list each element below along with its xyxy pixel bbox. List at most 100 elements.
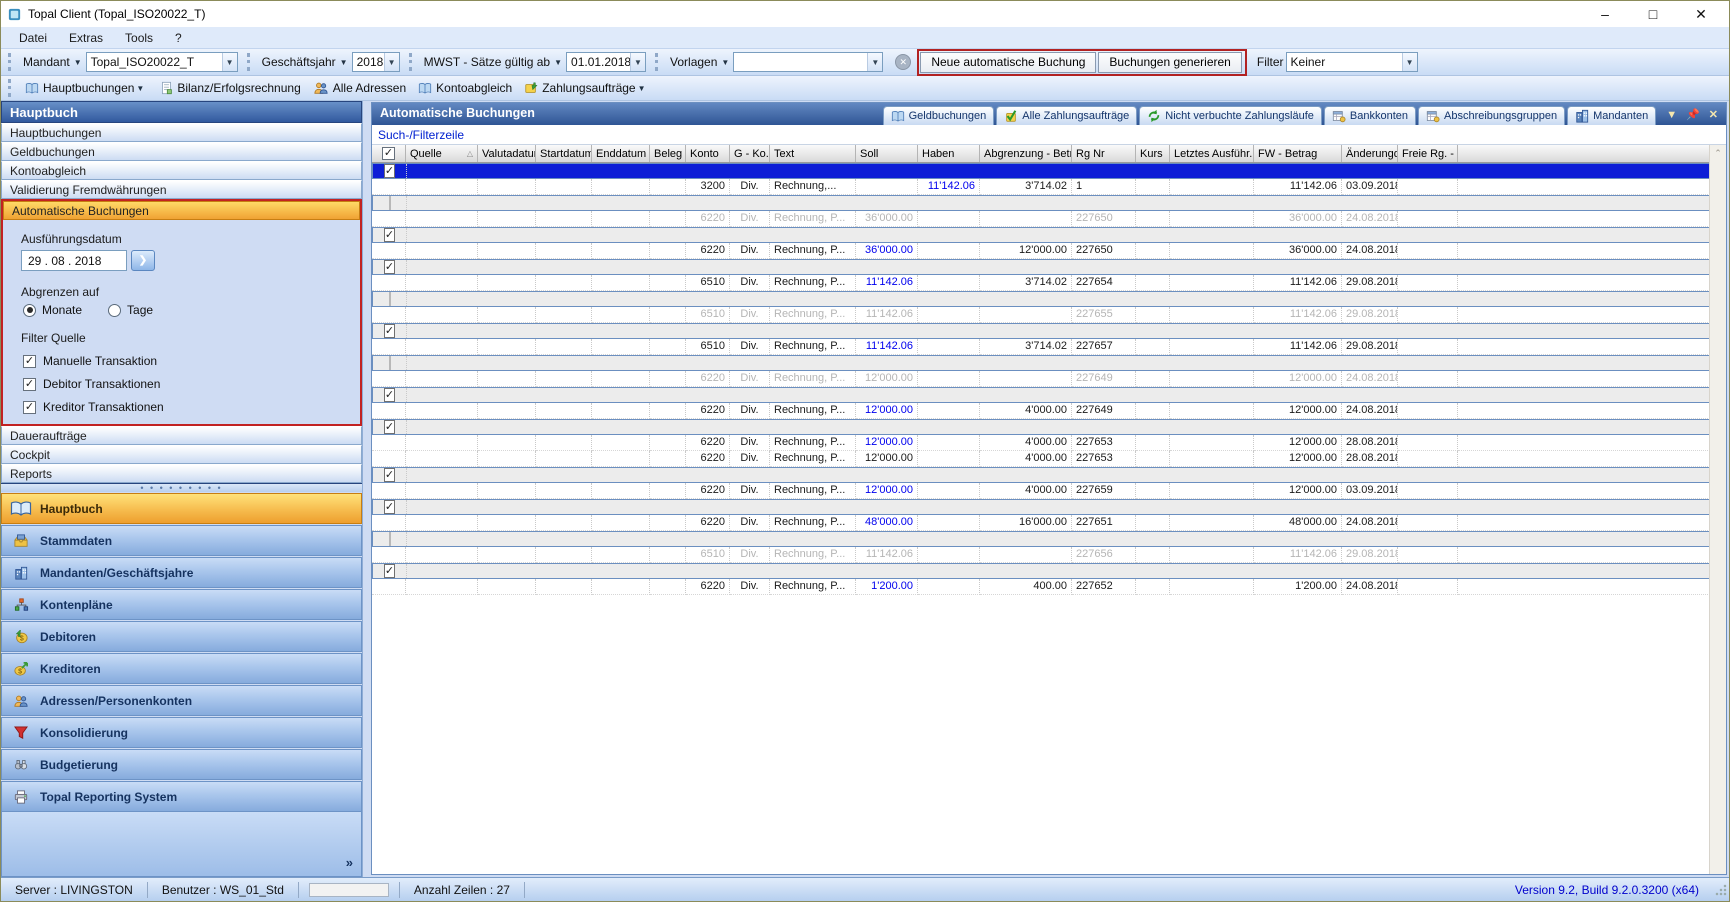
cell-c[interactable]: ✓: [373, 388, 407, 403]
radio-tage[interactable]: Tage: [108, 303, 153, 317]
row-checkbox[interactable]: [389, 356, 391, 370]
sidebar-item-cockpit[interactable]: Cockpit: [1, 445, 362, 464]
row-checkbox[interactable]: [389, 532, 391, 546]
chevron-down-icon[interactable]: ▼: [222, 53, 237, 71]
chevron-down-icon[interactable]: ▼: [638, 84, 646, 93]
close-panel-icon[interactable]: ✕: [1709, 108, 1718, 121]
column-header-freie-rg----nr-[interactable]: Freie Rg. - Nr.: [1398, 145, 1458, 162]
column-header-beleg-----[interactable]: Beleg -...: [650, 145, 686, 162]
column-header-select[interactable]: ✓: [372, 145, 406, 162]
vorlagen-label[interactable]: Vorlagen: [670, 55, 717, 69]
column-header-g---ko---[interactable]: G - Ko...: [730, 145, 770, 162]
chevron-down-icon[interactable]: ▼: [136, 84, 144, 93]
radio-monate[interactable]: Monate: [23, 303, 82, 317]
column-header-startdatum[interactable]: Startdatum: [536, 145, 592, 162]
nav-hauptbuch[interactable]: Hauptbuch: [1, 493, 362, 524]
row-checkbox[interactable]: ✓: [384, 164, 395, 178]
checkbox-icon[interactable]: ✓: [23, 401, 36, 414]
chevron-down-icon[interactable]: ▼: [867, 53, 882, 71]
checkbox-kreditor-transaktionen[interactable]: ✓Kreditor Transaktionen: [23, 400, 360, 414]
maximize-button[interactable]: □: [1643, 6, 1663, 22]
radio-circle-icon[interactable]: [23, 304, 36, 317]
table-subrow[interactable]: 6220Div.Rechnung, P...12'000.004'000.002…: [372, 483, 1726, 499]
cell-c[interactable]: [373, 356, 407, 371]
mwst-combo[interactable]: 01.01.2018 ▼: [566, 52, 646, 72]
nav-debitoren[interactable]: $Debitoren: [1, 621, 362, 652]
chevron-down-icon[interactable]: ▼: [384, 53, 399, 71]
table-subrow[interactable]: 6220Div.Rechnung, P...12'000.004'000.002…: [372, 451, 1726, 467]
geschaeftsjahr-label[interactable]: Geschäftsjahr: [262, 55, 336, 69]
table-subrow[interactable]: 6220Div.Rechnung, P...1'200.00400.002276…: [372, 579, 1726, 595]
table-row[interactable]: ✓Kreditor01.01.201801.01.201831.12.20186…: [372, 227, 1726, 243]
column-header-haben[interactable]: Haben: [918, 145, 980, 162]
cell-c[interactable]: ✓: [373, 564, 407, 579]
tab-alle-zahlungsaufträge[interactable]: Alle Zahlungsaufträge: [996, 106, 1137, 125]
column-header-quelle[interactable]: Quelle△: [406, 145, 478, 162]
tab-mandanten[interactable]: Mandanten: [1567, 106, 1656, 125]
resize-grip[interactable]: [1715, 884, 1727, 896]
row-checkbox[interactable]: ✓: [384, 388, 395, 402]
column-header-konto[interactable]: Konto: [686, 145, 730, 162]
cell-c[interactable]: ✓: [373, 500, 407, 515]
scroll-up-icon[interactable]: ⌃: [1710, 145, 1726, 161]
nav-mandanten-geschäftsjahre[interactable]: Mandanten/Geschäftsjahre: [1, 557, 362, 588]
filter-combo[interactable]: Keiner ▼: [1286, 52, 1418, 72]
cell-c[interactable]: [373, 196, 407, 211]
tab-geldbuchungen[interactable]: Geldbuchungen: [883, 106, 995, 125]
cell-c[interactable]: ✓: [373, 420, 407, 435]
tab-nicht-verbuchte-zahlungsläufe[interactable]: Nicht verbuchte Zahlungsläufe: [1139, 106, 1322, 125]
column-header-soll[interactable]: Soll: [856, 145, 918, 162]
toolbar-item-alle-adressen[interactable]: Alle Adressen: [307, 81, 412, 95]
table-row[interactable]: Kreditor01.01.201801.01.201831.12.201862…: [372, 355, 1726, 371]
cell-c[interactable]: ✓: [373, 468, 407, 483]
mandant-label[interactable]: Mandant: [23, 55, 70, 69]
minimize-button[interactable]: –: [1595, 6, 1615, 22]
auto-hide-chevron-icon[interactable]: ▼: [1666, 109, 1677, 121]
cell-c[interactable]: ✓: [373, 324, 407, 339]
table-subrow[interactable]: 6220Div.Rechnung, P...36'000.0012'000.00…: [372, 243, 1726, 259]
sidebar-splitter[interactable]: • • • • • • • • •: [1, 483, 362, 492]
cell-c[interactable]: ✓: [373, 260, 407, 275]
mandant-combo[interactable]: Topal_ISO20022_T ▼: [86, 52, 238, 72]
sidebar-item-reports[interactable]: Reports: [1, 464, 362, 483]
nav-adressen-personenkonten[interactable]: Adressen/Personenkonten: [1, 685, 362, 716]
checkbox-debitor-transaktionen[interactable]: ✓Debitor Transaktionen: [23, 377, 360, 391]
sidebar-item-hauptbuchungen[interactable]: Hauptbuchungen: [1, 123, 362, 142]
nav-stammdaten[interactable]: Stammdaten: [1, 525, 362, 556]
chevron-down-icon[interactable]: ▼: [1402, 53, 1417, 71]
row-checkbox[interactable]: ✓: [384, 260, 395, 274]
mwst-label[interactable]: MWST - Sätze gültig ab: [424, 55, 551, 69]
row-checkbox[interactable]: [389, 196, 391, 210]
column-header-änderungd---[interactable]: Änderungd...: [1342, 145, 1398, 162]
column-header-kurs[interactable]: Kurs: [1136, 145, 1170, 162]
generate-bookings-button[interactable]: Buchungen generieren: [1098, 52, 1241, 73]
vorlagen-combo[interactable]: ▼: [733, 52, 883, 72]
select-all-checkbox[interactable]: ✓: [382, 147, 395, 160]
column-header-enddatum[interactable]: Enddatum: [592, 145, 650, 162]
table-subrow[interactable]: 6220Div.Rechnung, P...48'000.0016'000.00…: [372, 515, 1726, 531]
clear-template-button[interactable]: ✕: [895, 54, 911, 70]
sidebar-item-validierung-fremdwährungen[interactable]: Validierung Fremdwährungen: [1, 180, 362, 199]
checkbox-manuelle-transaktion[interactable]: ✓Manuelle Transaktion: [23, 354, 360, 368]
menu-item-?[interactable]: ?: [165, 29, 192, 47]
row-checkbox[interactable]: ✓: [384, 228, 395, 242]
vertical-scrollbar[interactable]: ⌃: [1709, 145, 1726, 874]
sidebar-item-kontoabgleich[interactable]: Kontoabgleich: [1, 161, 362, 180]
row-checkbox[interactable]: ✓: [384, 564, 395, 578]
table-row[interactable]: ✓Kreditor01.01.201801.01.201831.12.20186…: [372, 467, 1726, 483]
toolbar-item-kontoabgleich[interactable]: Kontoabgleich: [412, 81, 518, 95]
table-row[interactable]: ✓Debitor01.01.201801.01.201831.12.201832…: [372, 163, 1726, 179]
chevron-down-icon[interactable]: ▼: [630, 53, 645, 71]
table-subrow[interactable]: 6220Div.Rechnung, P...12'000.004'000.002…: [372, 403, 1726, 419]
radio-circle-icon[interactable]: [108, 304, 121, 317]
nav-kreditoren[interactable]: $Kreditoren: [1, 653, 362, 684]
checkbox-icon[interactable]: ✓: [23, 378, 36, 391]
sidebar-item-daueraufträge[interactable]: Daueraufträge: [1, 426, 362, 445]
toolbar-item-hauptbuchungen[interactable]: Hauptbuchungen▼: [19, 81, 154, 95]
menu-item-extras[interactable]: Extras: [59, 29, 113, 47]
table-row[interactable]: ✓Kreditor28.08.201801.01.201831.12.20186…: [372, 419, 1726, 435]
cell-c[interactable]: ✓: [373, 164, 407, 179]
row-checkbox[interactable]: ✓: [384, 468, 395, 482]
execution-date-input[interactable]: 29 . 08 . 2018: [21, 250, 127, 271]
table-row[interactable]: Kreditor01.01.201801.01.201831.12.201862…: [372, 195, 1726, 211]
